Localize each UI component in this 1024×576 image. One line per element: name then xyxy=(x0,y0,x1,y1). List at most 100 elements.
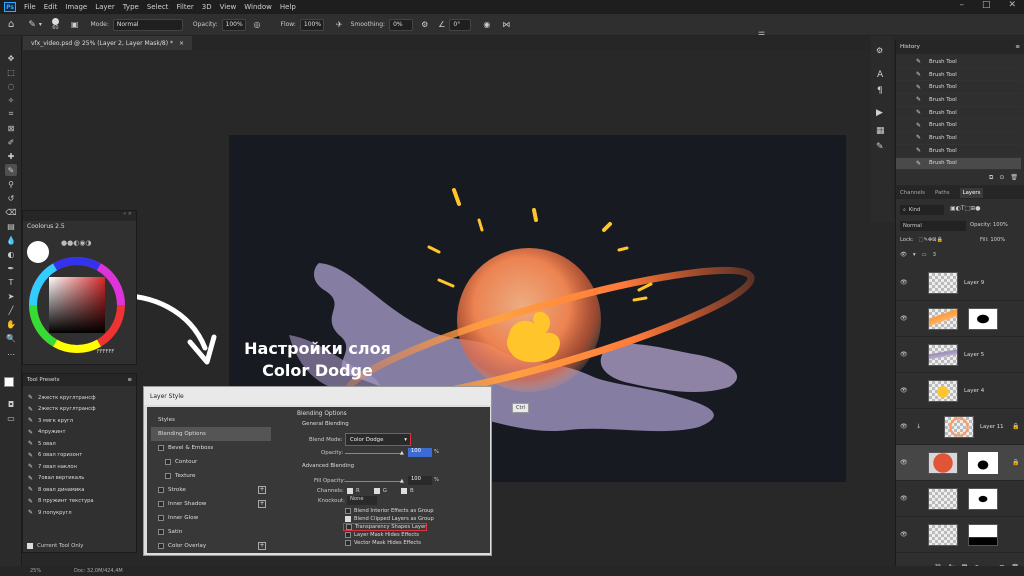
layer-fill[interactable]: Fill: 100% xyxy=(980,237,1005,243)
gradient-icon[interactable]: ▤ xyxy=(5,220,17,232)
history-item[interactable]: ✎ Brush Tool xyxy=(896,56,1021,69)
layer-style-item[interactable]: Satin xyxy=(151,525,271,539)
panel-menu-icon[interactable]: ≡ xyxy=(127,377,136,383)
layer-mask-thumbnail[interactable] xyxy=(968,451,998,474)
mode-select[interactable]: Normal xyxy=(112,18,183,31)
history-item[interactable]: ✎ Brush Tool xyxy=(896,119,1021,133)
channel-b[interactable]: B xyxy=(400,488,414,494)
menu-3d[interactable]: 3D xyxy=(202,3,212,11)
type-tool-icon[interactable]: T xyxy=(5,276,17,288)
blend-option-row[interactable]: Layer Mask Hides Effects xyxy=(343,531,419,539)
swatches-icon[interactable]: ▦ xyxy=(876,126,885,136)
history-item[interactable]: ✎ Brush Tool xyxy=(896,69,1021,82)
layer-row[interactable]: 👁 Layer 9 xyxy=(896,265,1024,301)
blend-option-row[interactable]: Blend Interior Effects as Group xyxy=(343,507,434,515)
paragraph-icon[interactable]: ¶ xyxy=(877,86,883,96)
brush-tool-icon[interactable]: ✎ xyxy=(5,164,17,176)
tool-preset-item[interactable]: ✎ 5 овал xyxy=(23,438,131,450)
menu-image[interactable]: Image xyxy=(65,3,87,11)
minimize-icon[interactable]: – xyxy=(959,0,964,10)
layer-style-item[interactable]: Inner Glow xyxy=(151,511,271,525)
dodge-tool-icon[interactable]: ◐ xyxy=(5,248,17,260)
eye-icon[interactable]: 👁 xyxy=(900,252,907,258)
layer-mask-thumbnail[interactable] xyxy=(968,523,998,546)
channel-g[interactable]: G xyxy=(373,488,387,494)
eraser-icon[interactable]: ⌫ xyxy=(5,206,17,218)
pressure-opacity-icon[interactable]: ◎ xyxy=(254,20,261,29)
style-checkbox[interactable] xyxy=(165,459,171,465)
layer-row-selected[interactable]: 👁 🔒 xyxy=(896,445,1024,481)
gear-icon[interactable]: ⚙ xyxy=(421,20,428,29)
menu-filter[interactable]: Filter xyxy=(176,3,193,11)
brush-preset-picker[interactable]: 60 xyxy=(51,18,59,31)
layer-row[interactable]: 👁 ↓ Layer 11 🔒 xyxy=(896,409,1024,445)
tool-preset-item[interactable]: ✎ 8 овал динамика xyxy=(23,484,131,496)
chevron-down-icon[interactable]: ▾ xyxy=(39,21,42,28)
history-item[interactable]: ✎ Brush Tool xyxy=(896,157,1021,171)
brush-settings-icon[interactable]: ▣ xyxy=(71,20,79,29)
maximize-icon[interactable]: □ xyxy=(982,0,991,10)
blend-option-row[interactable]: Vector Mask Hides Effects xyxy=(343,539,421,547)
eye-icon[interactable]: 👁 xyxy=(900,531,908,538)
eye-icon[interactable]: 👁 xyxy=(900,387,908,394)
pressure-size-icon[interactable]: ◉ xyxy=(483,20,490,29)
tool-preset-item[interactable]: ✎ 7 овал наклон xyxy=(23,461,131,473)
clone-stamp-icon[interactable]: ⚲ xyxy=(5,178,17,190)
filter-kind-select[interactable]: ⌕ Kind xyxy=(900,205,944,215)
menu-select[interactable]: Select xyxy=(147,3,169,11)
blend-option-checkbox[interactable] xyxy=(345,516,351,522)
quick-mask-icon[interactable]: ◘ xyxy=(5,398,17,410)
eye-icon[interactable]: 👁 xyxy=(900,495,908,502)
tool-preset-item[interactable]: ✎ 2жестк круглтрансф xyxy=(23,404,131,416)
color-mode-icons[interactable]: ●●◐◉◑ xyxy=(61,239,92,247)
channel-r-checkbox[interactable] xyxy=(347,488,353,494)
trash-icon[interactable]: 🗑 xyxy=(1010,174,1018,182)
layer-opacity[interactable]: Opacity: 100% xyxy=(970,222,1008,228)
style-checkbox[interactable] xyxy=(158,543,164,549)
line-tool-icon[interactable]: ╱ xyxy=(5,304,17,316)
properties-icon[interactable]: ⚙ xyxy=(876,46,883,55)
panel-menu-icon[interactable]: ≡ xyxy=(1015,44,1024,50)
style-checkbox[interactable] xyxy=(158,529,164,535)
layer-mask-thumbnail[interactable] xyxy=(968,487,998,510)
tab-layers[interactable]: Layers xyxy=(959,187,984,198)
layer-row[interactable]: 👁 xyxy=(896,481,1024,517)
chevron-down-icon[interactable]: ▾ xyxy=(913,252,916,258)
zoom-tool-icon[interactable]: 🔍 xyxy=(5,332,17,344)
hand-tool-icon[interactable]: ✋ xyxy=(5,318,17,330)
blend-option-checkbox[interactable] xyxy=(345,540,351,546)
zoom-level[interactable]: 25% xyxy=(30,568,41,574)
brushes-icon[interactable]: ✎ xyxy=(876,142,884,152)
tool-preset-item[interactable]: ✎ 9 попукругл xyxy=(23,507,131,519)
color-wheel[interactable] xyxy=(27,247,131,357)
layer-style-item[interactable]: Bevel & Emboss xyxy=(151,441,271,455)
pen-tool-icon[interactable]: ✒ xyxy=(5,262,17,274)
fill-opacity-input[interactable]: 100 xyxy=(408,476,432,485)
add-icon[interactable]: + xyxy=(258,500,266,508)
layer-row[interactable]: 👁 Layer 4 xyxy=(896,373,1024,409)
character-icon[interactable]: A xyxy=(877,70,883,80)
opacity-input[interactable]: 100 xyxy=(408,448,432,457)
history-item[interactable]: ✎ Brush Tool xyxy=(896,81,1021,95)
lasso-tool-icon[interactable]: ◌ xyxy=(5,80,17,92)
blur-tool-icon[interactable]: 💧 xyxy=(5,234,17,246)
layer-style-item[interactable]: Stroke + xyxy=(151,483,271,497)
style-checkbox[interactable] xyxy=(158,515,164,521)
angle-field[interactable]: 0° xyxy=(449,18,472,31)
tool-preset-item[interactable]: ✎ 2жестк круглтрансф xyxy=(23,392,131,404)
knockout-select[interactable]: None xyxy=(347,496,377,505)
blend-option-row[interactable]: Transparency Shapes Layer xyxy=(343,523,428,531)
eye-icon[interactable]: 👁 xyxy=(900,351,908,358)
brush-tool-icon[interactable]: ✎ xyxy=(28,20,36,30)
screen-mode-icon[interactable]: ▭ xyxy=(5,412,17,424)
style-checkbox[interactable] xyxy=(158,501,164,507)
tool-preset-item[interactable]: ✎ 6 овал горизонт xyxy=(23,450,131,462)
eye-icon[interactable]: 👁 xyxy=(900,315,908,322)
blend-mode-select[interactable]: Color Dodge ▾ xyxy=(345,433,411,446)
layer-row[interactable]: 👁 xyxy=(896,301,1024,337)
history-item[interactable]: ✎ Brush Tool xyxy=(896,132,1021,145)
add-icon[interactable]: + xyxy=(258,542,266,550)
menu-edit[interactable]: Edit xyxy=(44,3,58,11)
lock-icons[interactable]: ⬚✎✥⊠🔒 xyxy=(919,237,943,243)
tool-preset-item[interactable]: ✎ 7овал вертикаль xyxy=(23,473,131,485)
